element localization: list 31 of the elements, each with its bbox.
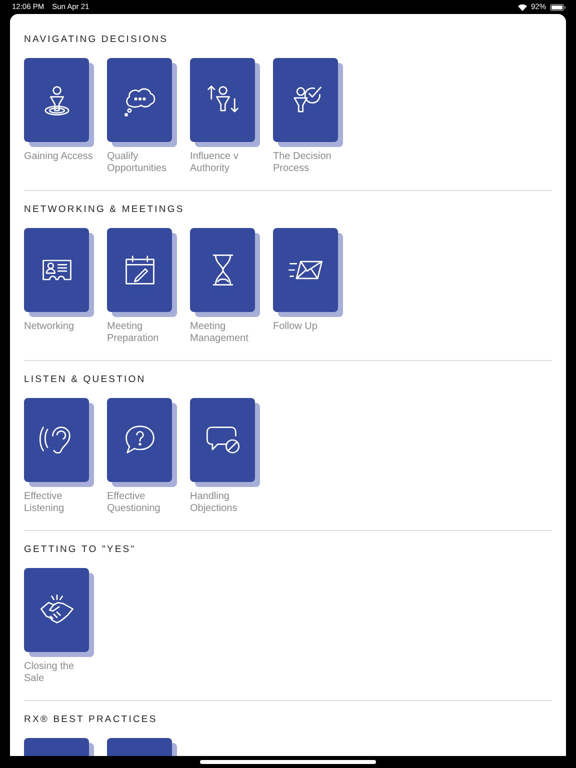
section-title: NAVIGATING DECISIONS bbox=[24, 35, 170, 45]
topic-tile[interactable] bbox=[107, 58, 172, 142]
topic-tile[interactable] bbox=[107, 398, 172, 482]
section-title: NETWORKING & MEETINGS bbox=[24, 205, 186, 215]
topic-tile[interactable] bbox=[24, 568, 89, 652]
topic-tile[interactable] bbox=[24, 398, 89, 482]
section-title: GETTING TO "YES" bbox=[24, 545, 137, 555]
topic-tile[interactable] bbox=[273, 228, 338, 312]
section-title: LISTEN & QUESTION bbox=[24, 375, 147, 385]
tile-label: Effective Listening bbox=[24, 491, 66, 515]
tile-label: Qualify Opportunities bbox=[107, 151, 168, 175]
topic-tile[interactable] bbox=[24, 58, 89, 142]
tile-label: Meeting Management bbox=[190, 321, 250, 345]
topic-tile[interactable] bbox=[107, 228, 172, 312]
topic-tile[interactable] bbox=[190, 228, 255, 312]
tile-label: The Decision Process bbox=[273, 151, 332, 175]
tile-label: Gaining Access bbox=[24, 151, 94, 163]
tile-label: Effective Questioning bbox=[107, 491, 162, 515]
tile-label: Closing the Sale bbox=[24, 661, 76, 685]
tile-label: Meeting Preparation bbox=[107, 321, 160, 345]
tile-label: Follow Up bbox=[273, 321, 318, 333]
wifi-icon bbox=[518, 4, 527, 10]
battery-icon bbox=[550, 4, 566, 10]
tile-label: Handling Objections bbox=[190, 491, 238, 515]
topic-tile[interactable] bbox=[190, 398, 255, 482]
tile-label: Networking bbox=[24, 321, 76, 333]
section-title: RX® BEST PRACTICES bbox=[24, 715, 158, 725]
topic-tile[interactable] bbox=[190, 58, 255, 142]
topic-tile[interactable] bbox=[24, 228, 89, 312]
tile-label: Influence v Authority bbox=[190, 151, 240, 175]
topic-tile[interactable] bbox=[273, 58, 338, 142]
